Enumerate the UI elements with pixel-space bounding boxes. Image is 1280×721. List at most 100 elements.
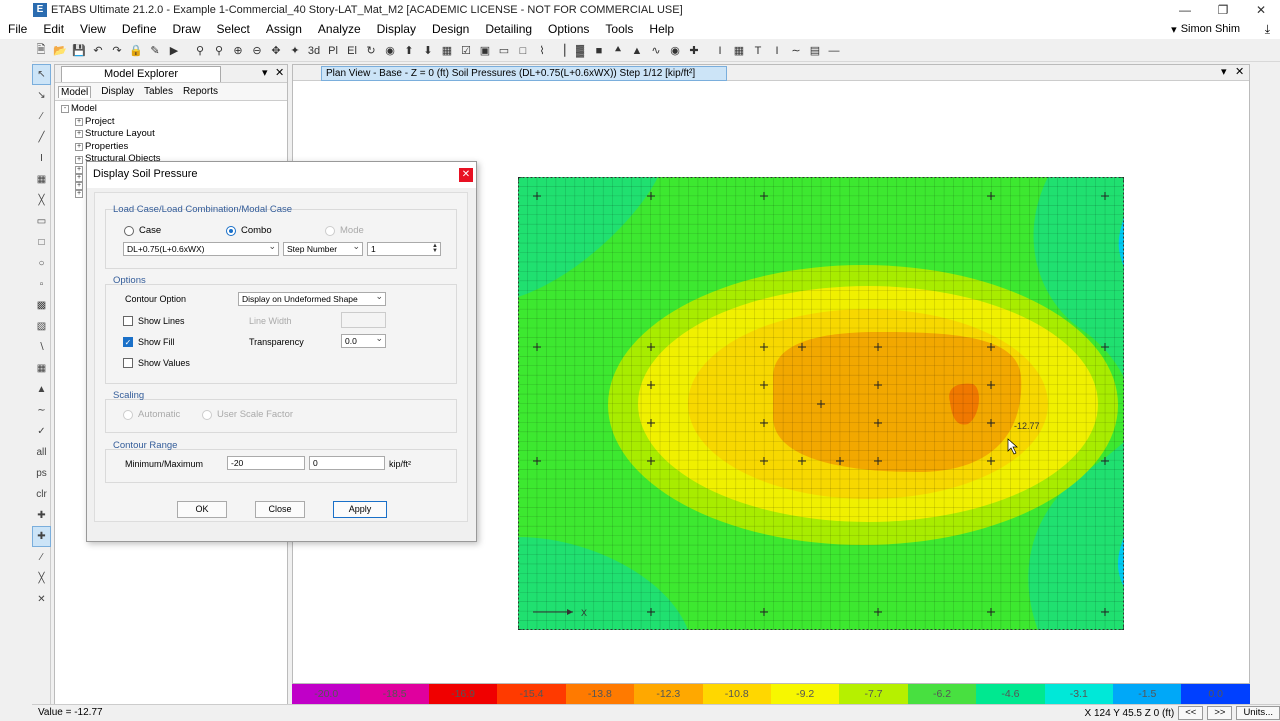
menu-define[interactable]: Define [114, 22, 165, 36]
expand-icon[interactable]: + [75, 155, 83, 164]
tab-reports[interactable]: Reports [183, 86, 218, 97]
draw-frame-tool-icon[interactable]: ╱ [32, 127, 51, 148]
show-shell-forces-icon[interactable]: ■ [590, 42, 608, 60]
draw-wall-tool-icon[interactable]: ▫ [32, 274, 51, 295]
tab-display[interactable]: Display [101, 86, 134, 97]
radio-automatic[interactable]: Automatic [123, 409, 180, 420]
contour-option-select[interactable]: Display on Undeformed Shape [238, 292, 386, 306]
draw-developed-icon[interactable]: ▲ [32, 379, 51, 400]
user-account[interactable]: ▾ Simon Shim [1171, 23, 1240, 36]
save-icon[interactable]: 💾 [70, 42, 88, 60]
set-display-icon[interactable]: ☑ [457, 42, 475, 60]
draw-floor-icon[interactable]: ▭ [32, 211, 51, 232]
snap-points-icon[interactable]: ✚ [32, 526, 51, 547]
zoom-icon[interactable]: ⚲ [210, 42, 228, 60]
step-select[interactable]: Step Number [283, 242, 363, 256]
minimum-input[interactable]: -20 [227, 456, 305, 470]
pencil-icon[interactable]: ✎ [146, 42, 164, 60]
show-undeformed-icon[interactable]: □ [514, 42, 532, 60]
show-frame-forces-icon[interactable]: ▓ [571, 42, 589, 60]
radio-user-scale-factor[interactable]: User Scale Factor [202, 409, 293, 420]
menu-display[interactable]: Display [369, 22, 424, 36]
line-width-input[interactable] [341, 312, 386, 328]
panel-close-icon[interactable]: ✕ [275, 66, 284, 79]
redo-icon[interactable]: ↷ [108, 42, 126, 60]
load-combo-select[interactable]: DL+0.75(L+0.6xWX) [123, 242, 279, 256]
plan-view-tab[interactable]: Plan View - Base - Z = 0 (ft) Soil Press… [321, 66, 727, 81]
draw-grid-icon[interactable]: ▦ [32, 358, 51, 379]
units-button[interactable]: Units... [1236, 706, 1280, 720]
show-deformed-icon[interactable]: ⌇ [533, 42, 551, 60]
draw-column-icon[interactable]: I [768, 42, 786, 60]
lock-icon[interactable]: 🔒 [127, 42, 145, 60]
zoom-window-icon[interactable]: ⚲ [191, 42, 209, 60]
menu-view[interactable]: View [72, 22, 114, 36]
move-up-icon[interactable]: ⬆ [400, 42, 418, 60]
expand-icon[interactable]: + [75, 165, 83, 174]
draw-line-icon[interactable]: ∕ [32, 106, 51, 127]
3d-view-icon[interactable]: 3d [305, 42, 323, 60]
draw-dimension-icon[interactable]: ∖ [32, 337, 51, 358]
view-dropdown-icon[interactable]: ▾ [1221, 65, 1227, 78]
menu-design[interactable]: Design [424, 22, 477, 36]
menu-file[interactable]: File [0, 22, 35, 36]
snap-intersections-icon[interactable]: ╳ [32, 568, 51, 589]
collapse-icon[interactable]: - [61, 105, 69, 114]
draw-opening-icon[interactable]: ○ [32, 253, 51, 274]
clear-selection-icon[interactable]: clr [32, 484, 51, 505]
transparency-select[interactable]: 0.0 [341, 334, 386, 348]
reshape-icon[interactable]: ↘ [32, 85, 51, 106]
draw-brace-tool-icon[interactable]: ╳ [32, 190, 51, 211]
menu-help[interactable]: Help [641, 22, 682, 36]
tree-node-structure-layout[interactable]: + Structure Layout [61, 128, 287, 141]
expand-icon[interactable]: + [75, 130, 83, 139]
minimize-icon[interactable]: — [1166, 0, 1204, 19]
draw-beam-icon[interactable]: T [749, 42, 767, 60]
draw-frame-icon[interactable]: I [711, 42, 729, 60]
snap-perpendicular-icon[interactable]: ✕ [32, 589, 51, 610]
menu-tools[interactable]: Tools [597, 22, 641, 36]
new-file-icon[interactable]: 🗎 [32, 42, 50, 60]
zoom-out-icon[interactable]: ⊖ [248, 42, 266, 60]
select-pointer-icon[interactable]: ↖ [32, 64, 51, 85]
section-cut-icon[interactable]: ✚ [685, 42, 703, 60]
expand-icon[interactable]: + [75, 189, 83, 198]
display-options-icon[interactable]: ▦ [438, 42, 456, 60]
open-file-icon[interactable]: 📂 [51, 42, 69, 60]
radio-combo[interactable]: Combo [226, 225, 272, 236]
design-icon[interactable]: ◉ [666, 42, 684, 60]
draw-link-icon[interactable]: — [825, 42, 843, 60]
step-number-input[interactable]: 1 ▲ ▼ [367, 242, 441, 256]
pan-icon[interactable]: ✥ [267, 42, 285, 60]
rubber-band-zoom-icon[interactable]: ✦ [286, 42, 304, 60]
expand-icon[interactable]: + [75, 173, 83, 182]
tree-node-model[interactable]: - Model [61, 103, 287, 116]
restore-icon[interactable]: ❐ [1204, 0, 1242, 19]
previous-step-button[interactable]: << [1178, 706, 1204, 720]
extrude-icon[interactable]: ▭ [495, 42, 513, 60]
next-step-button[interactable]: >> [1207, 706, 1233, 720]
show-links-icon[interactable]: ▲ [628, 42, 646, 60]
menu-options[interactable]: Options [540, 22, 597, 36]
radio-case[interactable]: Case [124, 225, 161, 236]
draw-slab-icon[interactable]: ▤ [806, 42, 824, 60]
download-icon[interactable]: ⤓ [1265, 22, 1270, 37]
view-close-icon[interactable]: ✕ [1235, 65, 1244, 78]
draw-wall-icon[interactable]: ▦ [730, 42, 748, 60]
draw-reference-icon[interactable]: ✓ [32, 421, 51, 442]
maximum-input[interactable]: 0 [309, 456, 385, 470]
tab-model[interactable]: Model [58, 85, 92, 98]
soil-pressure-contour-plot[interactable]: X -12.77 [518, 177, 1124, 630]
show-lines-checkbox[interactable]: Show Lines [123, 316, 185, 326]
menu-detailing[interactable]: Detailing [477, 22, 540, 36]
draw-beam-tool-icon[interactable]: ▦ [32, 169, 51, 190]
menu-select[interactable]: Select [209, 22, 258, 36]
expand-icon[interactable]: + [75, 117, 83, 126]
previous-selection-icon[interactable]: ps [32, 463, 51, 484]
dialog-close-icon[interactable]: ✕ [459, 168, 473, 182]
draw-wall-stack-icon[interactable]: ▩ [32, 295, 51, 316]
show-mode-icon[interactable]: ∿ [647, 42, 665, 60]
run-analysis-icon[interactable]: ▶ [165, 42, 183, 60]
show-fill-checkbox[interactable]: ✓ Show Fill [123, 337, 175, 347]
draw-rectangle-icon[interactable]: □ [32, 232, 51, 253]
